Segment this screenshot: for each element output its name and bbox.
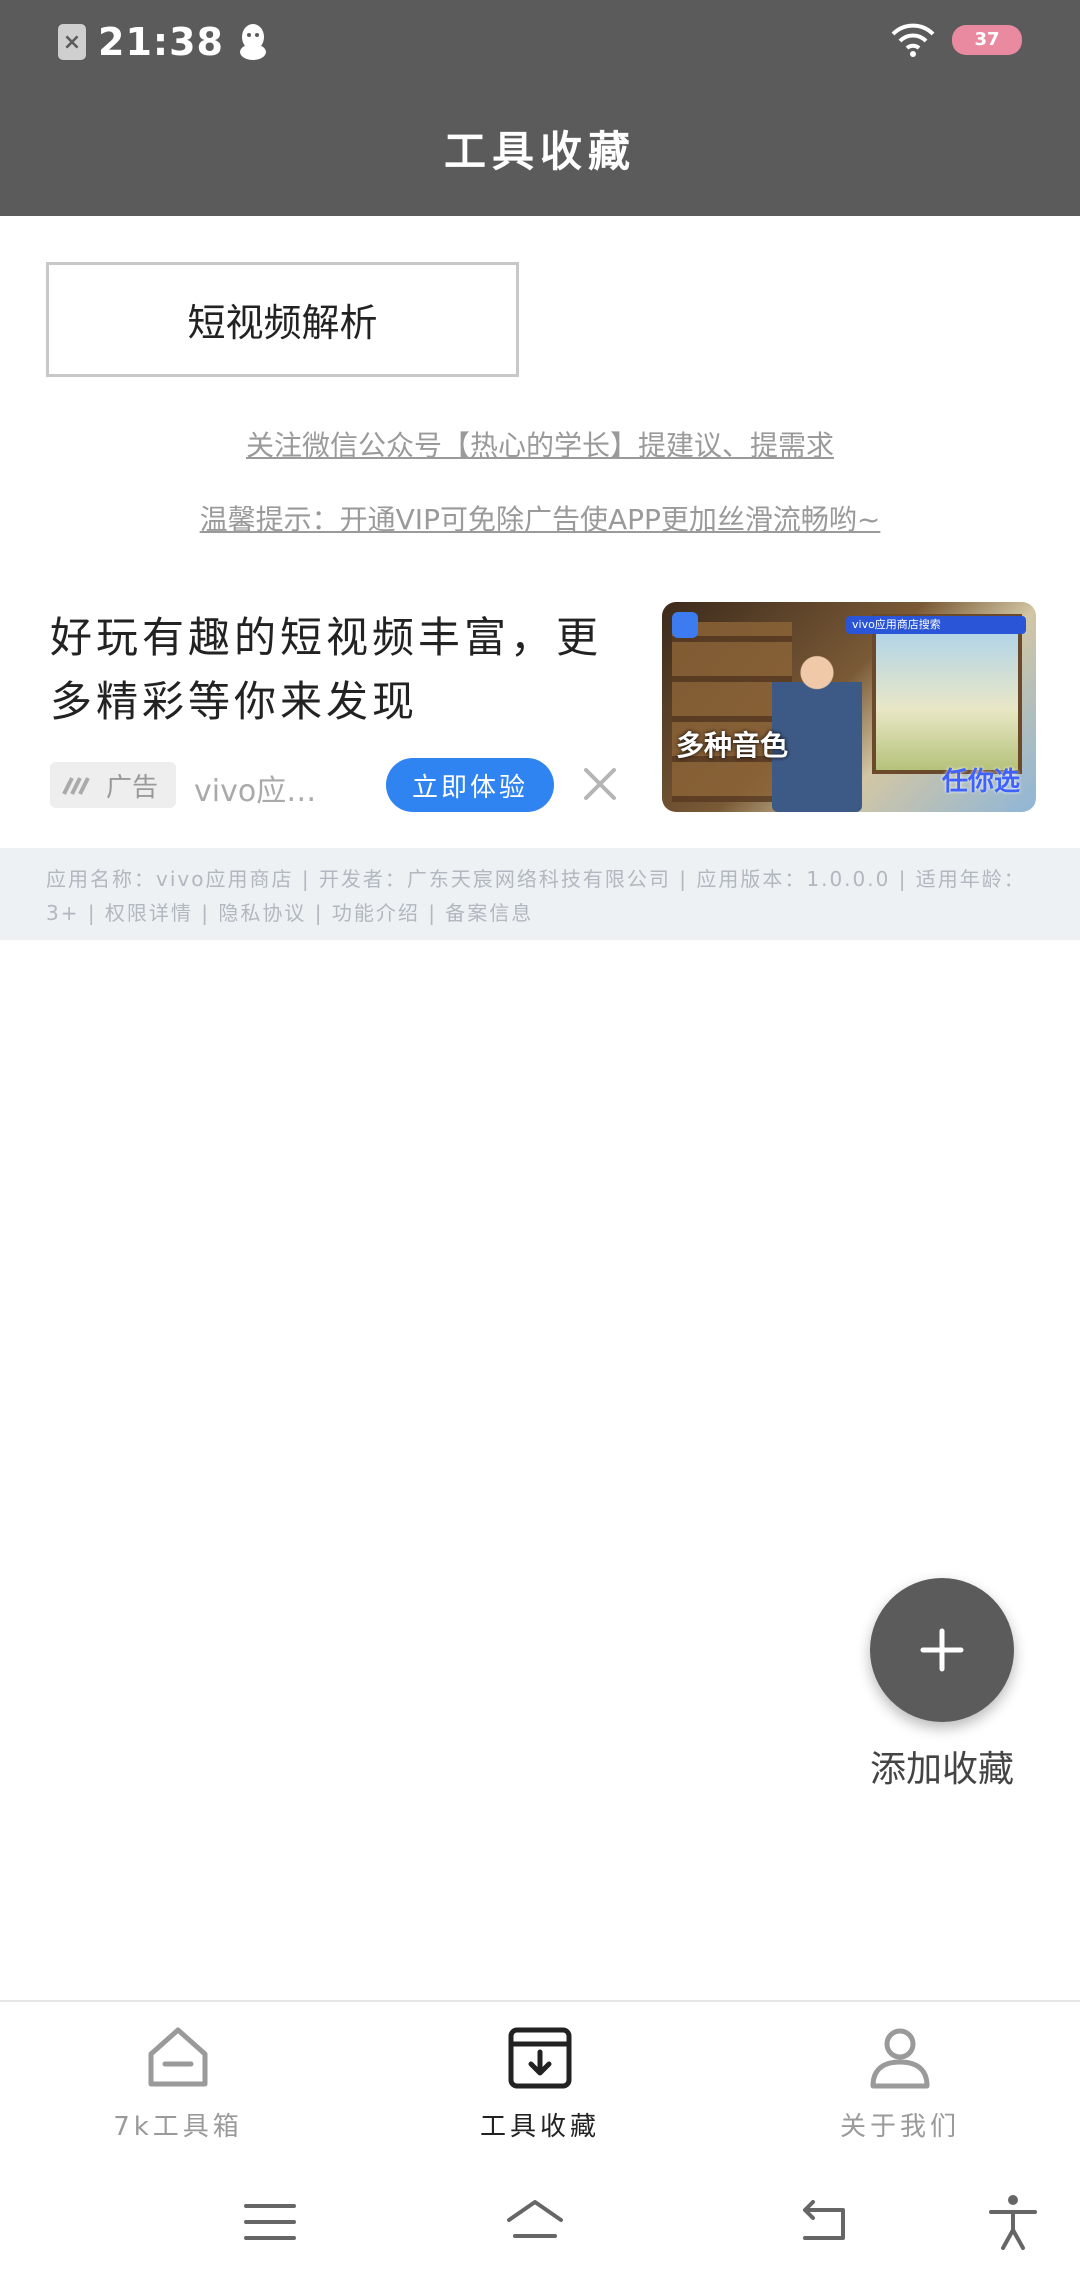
close-icon[interactable] — [578, 762, 622, 806]
home-icon — [148, 2027, 208, 2087]
menu-icon[interactable] — [240, 2192, 300, 2252]
nav-label-about: 关于我们 — [839, 2112, 960, 2142]
nav-label-toolbox: 7k工具箱 — [113, 2112, 243, 2142]
archive-download-icon — [508, 2027, 572, 2089]
ad-app-icon — [672, 612, 698, 638]
ad-cta-button[interactable]: 立即体验 — [386, 758, 554, 812]
ad-badge-label: 广告 — [106, 772, 159, 803]
wechat-notice-link[interactable]: 关注微信公众号【热心的学长】提建议、提需求 — [0, 424, 1080, 464]
status-left: × 21:38 — [58, 20, 270, 64]
page-title: 工具收藏 — [443, 127, 636, 176]
add-favorite-button[interactable] — [870, 1578, 1014, 1722]
ad-source: vivo应… — [194, 774, 317, 809]
nav-item-toolbox[interactable]: 7k工具箱 — [68, 2022, 288, 2143]
plus-icon — [920, 1628, 964, 1672]
user-icon — [870, 2028, 930, 2089]
no-sim-icon: × — [58, 24, 86, 60]
bottom-nav: 7k工具箱 工具收藏 关于我们 — [0, 2000, 1080, 2160]
ad-image[interactable]: vivo应用商店搜索 多种音色 任你选 — [662, 602, 1036, 812]
nav-label-favorites: 工具收藏 — [479, 2112, 600, 2142]
ad-app-info[interactable]: 应用名称：vivo应用商店 | 开发者：广东天宸网络科技有限公司 | 应用版本：… — [0, 848, 1080, 940]
app-header: × 21:38 37 工具收藏 — [0, 0, 1080, 216]
wifi-icon — [891, 23, 935, 57]
ad-logo-icon — [62, 777, 90, 795]
nav-item-favorites[interactable]: 工具收藏 — [430, 2022, 650, 2143]
accessibility-icon[interactable] — [983, 2192, 1043, 2252]
home-nav-icon[interactable] — [505, 2192, 565, 2252]
back-icon[interactable] — [795, 2192, 855, 2252]
nav-item-about[interactable]: 关于我们 — [790, 2022, 1010, 2143]
vip-notice-link[interactable]: 温馨提示：开通VIP可免除广告使APP更加丝滑流畅哟~ — [0, 498, 1080, 538]
qq-icon — [239, 24, 266, 60]
ad-image-title: 多种音色 — [676, 729, 789, 762]
ad-image-window — [872, 614, 1022, 774]
ad-badge: 广告 — [50, 762, 176, 808]
clock: 21:38 — [98, 20, 224, 64]
battery-indicator: 37 — [952, 25, 1022, 55]
tool-card-short-video-parse[interactable]: 短视频解析 — [46, 262, 519, 377]
ad-banner[interactable]: 好玩有趣的短视频丰富，更多精彩等你来发现 广告 vivo应… 立即体验 vivo… — [0, 580, 1080, 850]
ad-image-bar: vivo应用商店搜索 — [846, 616, 1026, 634]
status-right: 37 — [890, 22, 1022, 58]
system-nav-bar — [0, 2160, 1080, 2280]
ad-image-sub: 任你选 — [941, 767, 1020, 797]
add-favorite-label: 添加收藏 — [869, 1749, 1014, 1790]
status-bar: × 21:38 37 — [0, 0, 1080, 86]
ad-headline: 好玩有趣的短视频丰富，更多精彩等你来发现 — [50, 613, 603, 726]
